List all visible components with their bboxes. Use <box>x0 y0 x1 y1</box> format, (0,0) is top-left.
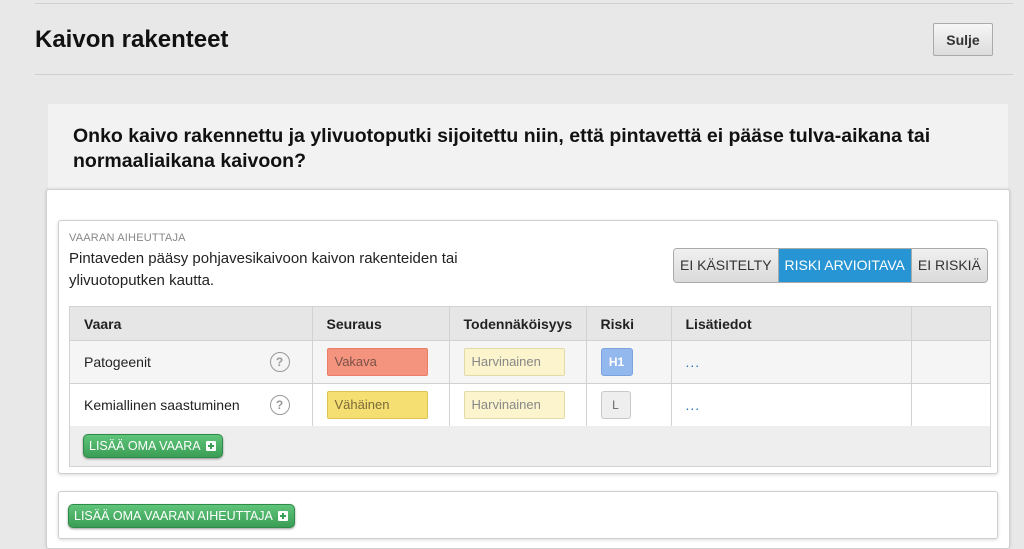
hazard-table: Vaara Seuraus Todennäköisyys Riski Lisät… <box>69 306 991 467</box>
consequence-cell: Vakava <box>312 340 450 384</box>
risk-badge: L <box>600 391 631 419</box>
page-title: Kaivon rakenteet <box>35 26 229 53</box>
column-header-actions <box>911 307 990 341</box>
probability-select[interactable]: Harvinainen <box>463 348 565 376</box>
column-header-consequence: Seuraus <box>312 307 450 341</box>
plus-icon <box>277 511 288 521</box>
info-link[interactable]: ... <box>686 354 701 370</box>
risk-cell: L <box>586 383 672 427</box>
help-icon[interactable]: ? <box>269 395 290 415</box>
hazard-name: Kemiallinen saastuminen <box>84 397 240 413</box>
page-header: Kaivon rakenteet Sulje <box>35 4 1013 75</box>
column-header-risk: Riski <box>586 307 672 341</box>
info-link[interactable]: ... <box>686 397 701 413</box>
column-header-hazard: Vaara <box>70 307 313 341</box>
status-toggle: EI KÄSITELTY RISKI ARVIOITAVA EI RISKIÄ <box>673 248 988 283</box>
risk-cell: H1 <box>586 340 672 384</box>
add-hazard-button[interactable]: LISÄÄ OMA VAARA <box>83 434 223 458</box>
question-text: Onko kaivo rakennettu ja ylivuotoputki s… <box>73 125 931 172</box>
hazard-cell: Kemiallinen saastuminen ? <box>70 383 313 427</box>
risk-badge: H1 <box>600 348 633 376</box>
consequence-cell: Vähäinen <box>312 383 450 427</box>
add-hazard-source-label: LISÄÄ OMA VAARAN AIHEUTTAJA <box>74 509 273 523</box>
table-header-row: Vaara Seuraus Todennäköisyys Riski Lisät… <box>70 307 990 341</box>
content-box: VAARAN AIHEUTTAJA Pintaveden pääsy pohja… <box>46 189 1010 549</box>
hazard-source-card: VAARAN AIHEUTTAJA Pintaveden pääsy pohja… <box>58 220 998 474</box>
probability-cell: Harvinainen <box>449 383 587 427</box>
hazard-source-description: Pintaveden pääsy pohjavesikaivoon kaivon… <box>69 250 458 289</box>
status-option-no-risk[interactable]: EI RISKIÄ <box>910 249 987 282</box>
hazard-cell: Patogeenit ? <box>70 340 313 384</box>
status-option-risk-assessed[interactable]: RISKI ARVIOITAVA <box>777 249 911 282</box>
probability-cell: Harvinainen <box>449 340 587 384</box>
question-panel: Onko kaivo rakennettu ja ylivuotoputki s… <box>48 104 1008 190</box>
info-cell: ... <box>671 383 912 427</box>
info-cell: ... <box>671 340 912 384</box>
column-header-info: Lisätiedot <box>671 307 912 341</box>
consequence-select[interactable]: Vähäinen <box>326 391 428 419</box>
actions-cell <box>911 340 990 384</box>
hazard-source-label: VAARAN AIHEUTTAJA <box>69 232 186 244</box>
add-hazard-label: LISÄÄ OMA VAARA <box>89 439 201 453</box>
column-header-probability: Todennäköisyys <box>449 307 587 341</box>
add-source-card: LISÄÄ OMA VAARAN AIHEUTTAJA <box>58 491 998 539</box>
status-option-not-handled[interactable]: EI KÄSITELTY <box>674 249 778 282</box>
table-row: Kemiallinen saastuminen ? Vähäinen Harvi… <box>70 383 990 427</box>
probability-select[interactable]: Harvinainen <box>463 391 565 419</box>
add-hazard-row: LISÄÄ OMA VAARA <box>70 426 990 464</box>
plus-icon <box>205 441 216 451</box>
consequence-select[interactable]: Vakava <box>326 348 428 376</box>
table-row: Patogeenit ? Vakava Harvinainen H1 ... <box>70 340 990 384</box>
help-icon[interactable]: ? <box>269 352 290 372</box>
add-hazard-source-button[interactable]: LISÄÄ OMA VAARAN AIHEUTTAJA <box>68 504 295 528</box>
close-button[interactable]: Sulje <box>933 23 993 56</box>
actions-cell <box>911 383 990 427</box>
hazard-name: Patogeenit <box>84 354 151 370</box>
